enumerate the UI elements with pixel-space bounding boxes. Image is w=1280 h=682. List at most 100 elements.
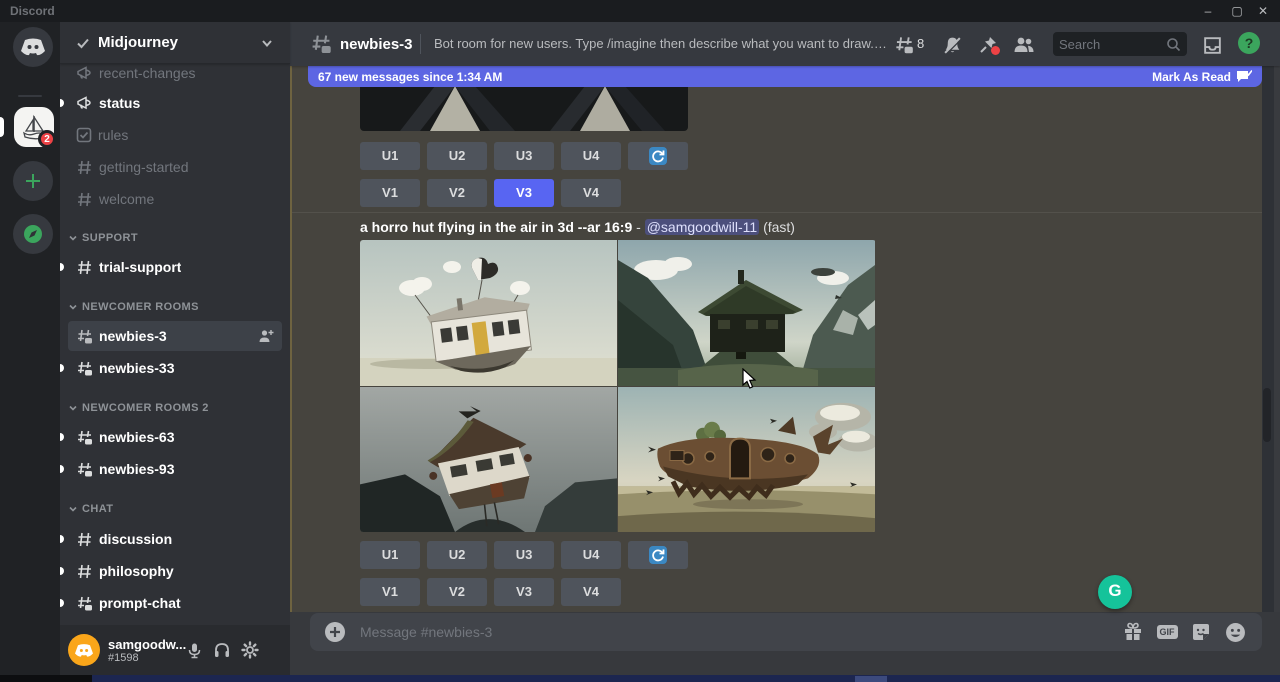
chat-area: U1 U2 U3 U4 V1 V2 V3 V4 a horro hut flyi… xyxy=(290,66,1280,612)
channel-welcome[interactable]: welcome xyxy=(68,184,282,214)
channel-trial-support[interactable]: trial-support xyxy=(68,252,282,282)
gif-picker-button[interactable]: GIF xyxy=(1154,619,1180,645)
channel-discussion[interactable]: discussion xyxy=(68,524,282,554)
discord-logo-icon xyxy=(74,643,94,658)
mouse-cursor xyxy=(742,368,758,390)
unread-indicator xyxy=(60,263,64,271)
channel-topic[interactable]: Bot room for new users. Type /imagine th… xyxy=(434,36,890,51)
member-list-button[interactable] xyxy=(1012,33,1036,57)
upscale-2-button[interactable]: U2 xyxy=(427,142,487,170)
variation-2-button[interactable]: V2 xyxy=(427,578,487,606)
generated-image-3-crooked-hut[interactable] xyxy=(360,387,617,532)
generated-image-partial[interactable] xyxy=(360,86,688,131)
variation-4-button[interactable]: V4 xyxy=(561,179,621,207)
gift-button[interactable] xyxy=(1120,619,1146,645)
variation-4-button[interactable]: V4 xyxy=(561,578,621,606)
variation-3-button[interactable]: V3 xyxy=(494,578,554,606)
variation-3-button-selected[interactable]: V3 xyxy=(494,179,554,207)
channel-newbies-3[interactable]: newbies-3 xyxy=(68,321,282,351)
refresh-icon xyxy=(649,147,667,165)
pinned-messages-button[interactable] xyxy=(976,33,1000,57)
category-newcomer-rooms-2[interactable]: NEWCOMER ROOMS 2 xyxy=(68,400,278,416)
upscale-1-button[interactable]: U1 xyxy=(360,142,420,170)
user-avatar[interactable] xyxy=(68,634,100,666)
search-input[interactable] xyxy=(1059,37,1166,52)
channel-header: newbies-3 Bot room for new users. Type /… xyxy=(290,22,1280,66)
chat-scrollbar-track[interactable] xyxy=(1262,66,1274,612)
channel-recent-changes[interactable]: recent-changes xyxy=(68,64,282,88)
mention-badge: 2 xyxy=(38,130,56,148)
category-support[interactable]: SUPPORT xyxy=(68,230,278,246)
window-close-button[interactable]: ✕ xyxy=(1249,0,1277,22)
window-maximize-button[interactable]: ▢ xyxy=(1223,0,1251,22)
user-discriminator: #1598 xyxy=(108,652,180,664)
message-input[interactable] xyxy=(360,624,1112,640)
reroll-button[interactable] xyxy=(628,541,688,569)
upscale-4-button[interactable]: U4 xyxy=(561,541,621,569)
generated-image-2-mountain-cabin[interactable] xyxy=(618,240,875,386)
invite-people-icon[interactable] xyxy=(258,328,274,344)
deafen-button[interactable] xyxy=(208,636,236,664)
upscale-3-button[interactable]: U3 xyxy=(494,541,554,569)
category-chat[interactable]: CHAT xyxy=(68,501,278,517)
emoji-picker-button[interactable] xyxy=(1222,619,1248,645)
explore-servers-button[interactable] xyxy=(13,214,53,254)
channel-sidebar: Midjourney recent-changes status rules g… xyxy=(60,22,290,675)
generated-image-grid[interactable] xyxy=(360,240,876,532)
generated-image-1-balloon-house[interactable] xyxy=(360,240,617,386)
header-divider xyxy=(420,34,421,54)
user-area: samgoodw... #1598 xyxy=(60,625,290,675)
attach-plus-icon[interactable] xyxy=(324,621,346,643)
upscale-1-button[interactable]: U1 xyxy=(360,541,420,569)
variation-2-button[interactable]: V2 xyxy=(427,179,487,207)
prompt-text: a horro hut flying in the air in 3d --ar… xyxy=(360,219,632,235)
mark-as-read-button[interactable]: Mark As Read xyxy=(1152,70,1252,84)
channel-newbies-93[interactable]: newbies-93 xyxy=(68,454,282,484)
channel-status[interactable]: status xyxy=(68,88,282,118)
reroll-button[interactable] xyxy=(628,142,688,170)
variation-1-button[interactable]: V1 xyxy=(360,179,420,207)
sticker-icon xyxy=(1191,622,1211,642)
grammarly-widget[interactable]: G xyxy=(1098,575,1132,609)
chat-scrollbar-thumb[interactable] xyxy=(1263,388,1271,442)
user-mention[interactable]: @samgoodwill-11 xyxy=(645,219,759,235)
hash-chat-icon xyxy=(894,35,914,55)
category-newcomer-rooms[interactable]: NEWCOMER ROOMS xyxy=(68,299,278,315)
username-block[interactable]: samgoodw... #1598 xyxy=(108,637,180,664)
new-messages-banner[interactable]: 67 new messages since 1:34 AM Mark As Re… xyxy=(308,66,1262,87)
channel-philosophy[interactable]: philosophy xyxy=(68,556,282,586)
add-server-button[interactable] xyxy=(13,161,53,201)
thread-count: 8 xyxy=(917,36,924,51)
variation-1-button[interactable]: V1 xyxy=(360,578,420,606)
window-minimize-button[interactable]: – xyxy=(1194,0,1222,22)
search-box[interactable] xyxy=(1053,32,1187,56)
hash-chat-icon xyxy=(76,461,93,478)
home-server-button[interactable] xyxy=(13,27,53,67)
gear-icon xyxy=(241,641,259,659)
user-settings-button[interactable] xyxy=(236,636,264,664)
upscale-3-button[interactable]: U3 xyxy=(494,142,554,170)
channel-getting-started[interactable]: getting-started xyxy=(68,152,282,182)
message-composer[interactable]: GIF xyxy=(310,613,1262,651)
channel-newbies-33[interactable]: newbies-33 xyxy=(68,353,282,383)
sticker-picker-button[interactable] xyxy=(1188,619,1214,645)
chevron-down-icon xyxy=(68,504,78,514)
gif-icon: GIF xyxy=(1157,625,1178,639)
upscale-4-button[interactable]: U4 xyxy=(561,142,621,170)
channel-prompt-chat[interactable]: prompt-chat xyxy=(68,588,282,618)
server-header[interactable]: Midjourney xyxy=(60,22,290,64)
threads-button[interactable] xyxy=(892,33,916,57)
mute-microphone-button[interactable] xyxy=(180,636,208,664)
rail-separator xyxy=(18,95,42,97)
generated-image-4-steampunk-house[interactable] xyxy=(618,387,875,532)
upscale-2-button[interactable]: U2 xyxy=(427,541,487,569)
hash-icon xyxy=(76,159,93,176)
dash: - xyxy=(636,219,641,235)
megaphone-icon xyxy=(76,65,93,82)
inbox-button[interactable] xyxy=(1200,33,1224,57)
notification-settings-button[interactable] xyxy=(940,33,964,57)
channel-newbies-63[interactable]: newbies-63 xyxy=(68,422,282,452)
help-button[interactable]: ? xyxy=(1238,32,1260,54)
channel-rules[interactable]: rules xyxy=(68,120,282,150)
composer-band: GIF xyxy=(290,612,1280,675)
